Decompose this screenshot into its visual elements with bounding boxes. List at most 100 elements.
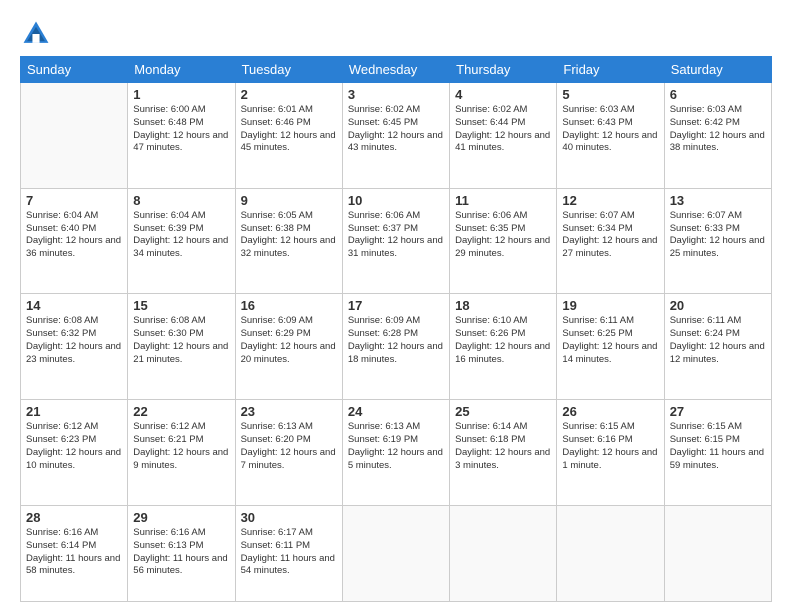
day-number: 14 [26, 298, 122, 313]
day-info: Sunrise: 6:11 AMSunset: 6:25 PMDaylight:… [562, 315, 658, 366]
day-info: Sunrise: 6:10 AMSunset: 6:26 PMDaylight:… [455, 315, 551, 366]
day-info: Sunrise: 6:13 AMSunset: 6:19 PMDaylight:… [348, 421, 444, 472]
day-info: Sunrise: 6:00 AMSunset: 6:48 PMDaylight:… [133, 104, 229, 155]
day-number: 20 [670, 298, 766, 313]
day-info: Sunrise: 6:06 AMSunset: 6:37 PMDaylight:… [348, 210, 444, 261]
day-info: Sunrise: 6:12 AMSunset: 6:23 PMDaylight:… [26, 421, 122, 472]
weekday-header-wednesday: Wednesday [342, 57, 449, 83]
weekday-header-sunday: Sunday [21, 57, 128, 83]
calendar-day-cell [21, 83, 128, 189]
header [20, 18, 772, 50]
day-info: Sunrise: 6:02 AMSunset: 6:44 PMDaylight:… [455, 104, 551, 155]
day-number: 21 [26, 404, 122, 419]
weekday-header-monday: Monday [128, 57, 235, 83]
day-info: Sunrise: 6:11 AMSunset: 6:24 PMDaylight:… [670, 315, 766, 366]
calendar-day-cell: 9Sunrise: 6:05 AMSunset: 6:38 PMDaylight… [235, 188, 342, 294]
logo [20, 18, 56, 50]
day-number: 5 [562, 87, 658, 102]
calendar-day-cell: 20 Sunrise: 6:11 AMSunset: 6:24 PMDayligh… [664, 294, 771, 400]
calendar-day-cell: 25 Sunrise: 6:14 AMSunset: 6:18 PMDayligh… [450, 400, 557, 506]
weekday-header-saturday: Saturday [664, 57, 771, 83]
day-number: 7 [26, 193, 122, 208]
calendar-day-cell: 24 Sunrise: 6:13 AMSunset: 6:19 PMDayligh… [342, 400, 449, 506]
calendar-day-cell: 13Sunrise: 6:07 AMSunset: 6:33 PMDayligh… [664, 188, 771, 294]
day-number: 25 [455, 404, 551, 419]
calendar-day-cell: 22 Sunrise: 6:12 AMSunset: 6:21 PMDayligh… [128, 400, 235, 506]
day-number: 28 [26, 510, 122, 525]
day-number: 6 [670, 87, 766, 102]
day-info: Sunrise: 6:16 AMSunset: 6:14 PMDaylight:… [26, 527, 122, 578]
calendar-day-cell: 19 Sunrise: 6:11 AMSunset: 6:25 PMDayligh… [557, 294, 664, 400]
calendar-day-cell [342, 505, 449, 601]
weekday-header-tuesday: Tuesday [235, 57, 342, 83]
day-number: 23 [241, 404, 337, 419]
day-info: Sunrise: 6:15 AMSunset: 6:15 PMDaylight:… [670, 421, 766, 472]
calendar-day-cell [450, 505, 557, 601]
calendar-week-row: 1 Sunrise: 6:00 AMSunset: 6:48 PMDaylight… [21, 83, 772, 189]
day-number: 10 [348, 193, 444, 208]
day-info: Sunrise: 6:09 AMSunset: 6:28 PMDaylight:… [348, 315, 444, 366]
weekday-header-row: SundayMondayTuesdayWednesdayThursdayFrid… [21, 57, 772, 83]
day-info: Sunrise: 6:04 AMSunset: 6:39 PMDaylight:… [133, 210, 229, 261]
calendar-day-cell: 28 Sunrise: 6:16 AMSunset: 6:14 PMDayligh… [21, 505, 128, 601]
day-info: Sunrise: 6:06 AMSunset: 6:35 PMDaylight:… [455, 210, 551, 261]
day-number: 13 [670, 193, 766, 208]
day-number: 1 [133, 87, 229, 102]
day-number: 9 [241, 193, 337, 208]
weekday-header-friday: Friday [557, 57, 664, 83]
day-number: 17 [348, 298, 444, 313]
calendar-day-cell: 4 Sunrise: 6:02 AMSunset: 6:44 PMDaylight… [450, 83, 557, 189]
day-number: 27 [670, 404, 766, 419]
day-number: 12 [562, 193, 658, 208]
day-number: 11 [455, 193, 551, 208]
calendar-day-cell: 2Sunrise: 6:01 AMSunset: 6:46 PMDaylight… [235, 83, 342, 189]
calendar-day-cell [664, 505, 771, 601]
calendar-day-cell: 21 Sunrise: 6:12 AMSunset: 6:23 PMDayligh… [21, 400, 128, 506]
day-info: Sunrise: 6:04 AMSunset: 6:40 PMDaylight:… [26, 210, 122, 261]
day-info: Sunrise: 6:07 AMSunset: 6:34 PMDaylight:… [562, 210, 658, 261]
calendar-day-cell: 17 Sunrise: 6:09 AMSunset: 6:28 PMDayligh… [342, 294, 449, 400]
calendar-week-row: 14 Sunrise: 6:08 AMSunset: 6:32 PMDayligh… [21, 294, 772, 400]
page: SundayMondayTuesdayWednesdayThursdayFrid… [0, 0, 792, 612]
calendar-day-cell: 8 Sunrise: 6:04 AMSunset: 6:39 PMDaylight… [128, 188, 235, 294]
day-number: 24 [348, 404, 444, 419]
calendar-week-row: 7 Sunrise: 6:04 AMSunset: 6:40 PMDaylight… [21, 188, 772, 294]
calendar-day-cell: 14 Sunrise: 6:08 AMSunset: 6:32 PMDayligh… [21, 294, 128, 400]
day-info: Sunrise: 6:12 AMSunset: 6:21 PMDaylight:… [133, 421, 229, 472]
day-number: 19 [562, 298, 658, 313]
day-info: Sunrise: 6:14 AMSunset: 6:18 PMDaylight:… [455, 421, 551, 472]
calendar-day-cell: 15 Sunrise: 6:08 AMSunset: 6:30 PMDayligh… [128, 294, 235, 400]
day-info: Sunrise: 6:08 AMSunset: 6:30 PMDaylight:… [133, 315, 229, 366]
day-info: Sunrise: 6:16 AMSunset: 6:13 PMDaylight:… [133, 527, 229, 578]
day-number: 3 [348, 87, 444, 102]
day-number: 8 [133, 193, 229, 208]
calendar-day-cell: 3Sunrise: 6:02 AMSunset: 6:45 PMDaylight… [342, 83, 449, 189]
day-number: 4 [455, 87, 551, 102]
day-number: 15 [133, 298, 229, 313]
calendar-day-cell [557, 505, 664, 601]
day-info: Sunrise: 6:09 AMSunset: 6:29 PMDaylight:… [241, 315, 337, 366]
calendar-day-cell: 26Sunrise: 6:15 AMSunset: 6:16 PMDayligh… [557, 400, 664, 506]
calendar-day-cell: 30 Sunrise: 6:17 AMSunset: 6:11 PMDayligh… [235, 505, 342, 601]
day-info: Sunrise: 6:03 AMSunset: 6:42 PMDaylight:… [670, 104, 766, 155]
day-info: Sunrise: 6:13 AMSunset: 6:20 PMDaylight:… [241, 421, 337, 472]
day-info: Sunrise: 6:15 AMSunset: 6:16 PMDaylight:… [562, 421, 658, 472]
calendar-table: SundayMondayTuesdayWednesdayThursdayFrid… [20, 56, 772, 602]
day-number: 29 [133, 510, 229, 525]
calendar-day-cell: 12 Sunrise: 6:07 AMSunset: 6:34 PMDayligh… [557, 188, 664, 294]
calendar-day-cell: 23 Sunrise: 6:13 AMSunset: 6:20 PMDayligh… [235, 400, 342, 506]
day-number: 2 [241, 87, 337, 102]
calendar-day-cell: 18 Sunrise: 6:10 AMSunset: 6:26 PMDayligh… [450, 294, 557, 400]
day-number: 18 [455, 298, 551, 313]
day-info: Sunrise: 6:08 AMSunset: 6:32 PMDaylight:… [26, 315, 122, 366]
calendar-week-row: 28 Sunrise: 6:16 AMSunset: 6:14 PMDayligh… [21, 505, 772, 601]
weekday-header-thursday: Thursday [450, 57, 557, 83]
day-number: 30 [241, 510, 337, 525]
logo-icon [20, 18, 52, 50]
calendar-day-cell: 10 Sunrise: 6:06 AMSunset: 6:37 PMDayligh… [342, 188, 449, 294]
day-number: 22 [133, 404, 229, 419]
calendar-day-cell: 5Sunrise: 6:03 AMSunset: 6:43 PMDaylight… [557, 83, 664, 189]
day-info: Sunrise: 6:17 AMSunset: 6:11 PMDaylight:… [241, 527, 337, 578]
calendar-day-cell: 7 Sunrise: 6:04 AMSunset: 6:40 PMDaylight… [21, 188, 128, 294]
calendar-day-cell: 1 Sunrise: 6:00 AMSunset: 6:48 PMDaylight… [128, 83, 235, 189]
